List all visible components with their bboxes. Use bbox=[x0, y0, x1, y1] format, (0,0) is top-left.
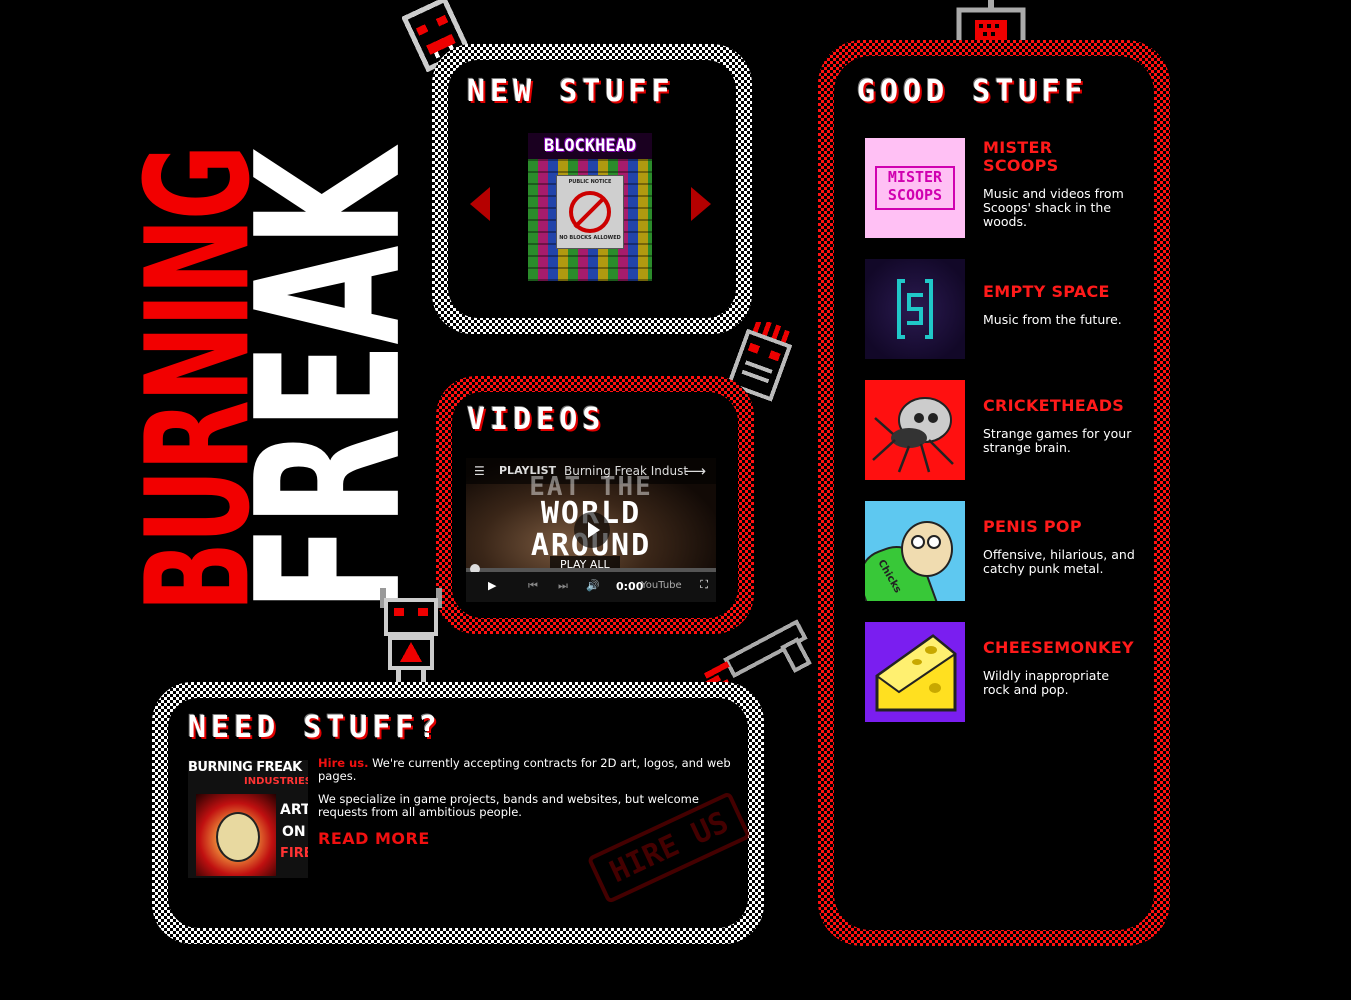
bfi-logo-line1: BURNING FREAK bbox=[188, 760, 302, 775]
notice-footer: NO BLOCKS ALLOWED bbox=[559, 235, 621, 241]
cheesemonkey-title[interactable]: CHEESEMONKEY bbox=[983, 639, 1134, 657]
no-sign-icon bbox=[569, 191, 611, 233]
bfi-logo-side3: FIRE bbox=[280, 846, 308, 861]
penis-pop-desc: Offensive, hilarious, and catchy punk me… bbox=[983, 547, 1135, 576]
mister-scoops-desc: Music and videos from Scoops' shack in t… bbox=[983, 186, 1124, 229]
burning-freak-industries-logo: BURNING FREAK INDUSTRIES ART ON FIRE bbox=[188, 760, 308, 878]
hire-us-link[interactable]: Hire us. bbox=[318, 756, 368, 770]
youtube-logo[interactable]: YouTube bbox=[641, 580, 682, 591]
next-arrow-icon[interactable] bbox=[691, 187, 711, 221]
penis-pop-eye-right bbox=[927, 535, 941, 549]
penis-pop-head bbox=[901, 521, 953, 577]
need-stuff-title: NEED STUFF? bbox=[188, 710, 442, 745]
empty-space-desc: Music from the future. bbox=[983, 312, 1122, 327]
video-player[interactable]: ☰ PLAYLIST Burning Freak Indust ⟶ EAT TH… bbox=[466, 458, 716, 602]
mister-scoops-title[interactable]: MISTER SCOOPS bbox=[983, 139, 1059, 175]
notice-header: PUBLIC NOTICE bbox=[568, 179, 612, 185]
blockhead-feature-image[interactable]: BLOCKHEAD PUBLIC NOTICE NO BLOCKS ALLOWE… bbox=[528, 133, 652, 281]
empty-space-thumbnail[interactable] bbox=[865, 259, 965, 359]
cheesemonkey-thumbnail[interactable] bbox=[865, 622, 965, 722]
mister-scoops-thumbnail[interactable]: MISTER SCOOPS bbox=[865, 138, 965, 238]
mister-scoops-logo-line1: MISTER bbox=[887, 168, 943, 186]
mister-scoops-title-line1[interactable]: MISTER bbox=[983, 139, 1059, 157]
video-time: 0:00 bbox=[616, 580, 644, 593]
bfi-face bbox=[216, 812, 260, 862]
next-track-icon[interactable]: ⏭ bbox=[558, 579, 568, 593]
public-notice: PUBLIC NOTICE NO BLOCKS ALLOWED bbox=[556, 175, 624, 249]
previous-arrow-icon[interactable] bbox=[470, 187, 490, 221]
bfi-logo-side1: ART bbox=[280, 802, 308, 818]
fullscreen-icon[interactable]: ⛶ bbox=[700, 578, 708, 592]
mister-scoops-logo: MISTER SCOOPS bbox=[875, 166, 955, 210]
cheese-icon bbox=[875, 634, 957, 712]
new-stuff-title: NEW STUFF bbox=[467, 74, 675, 109]
penis-pop-thumbnail[interactable]: Chicks bbox=[865, 501, 965, 601]
play-icon[interactable] bbox=[574, 512, 610, 548]
mister-scoops-title-line2[interactable]: SCOOPS bbox=[983, 157, 1059, 175]
video-controls: ▶ ⏮ ⏭ 🔊 0:00 YouTube ⛶ bbox=[466, 572, 716, 602]
cricketheads-title[interactable]: CRICKETHEADS bbox=[983, 397, 1124, 415]
penis-pop-title[interactable]: PENIS POP bbox=[983, 518, 1082, 536]
bfi-logo-line2: INDUSTRIES bbox=[244, 776, 308, 787]
cheesemonkey-desc: Wildly inappropriate rock and pop. bbox=[983, 668, 1110, 697]
good-stuff-title: GOOD STUFF bbox=[857, 74, 1088, 109]
empty-space-title[interactable]: EMPTY SPACE bbox=[983, 283, 1110, 301]
specialize-paragraph: We specialize in game projects, bands an… bbox=[318, 792, 699, 819]
hire-text: We're currently accepting contracts for … bbox=[318, 756, 731, 783]
blockhead-title: BLOCKHEAD bbox=[528, 133, 652, 159]
volume-icon[interactable]: 🔊 bbox=[586, 579, 600, 592]
play-control-icon[interactable]: ▶ bbox=[488, 579, 496, 592]
videos-title: VIDEOS bbox=[467, 402, 606, 437]
cricketheads-desc: Strange games for your strange brain. bbox=[983, 426, 1132, 455]
bfi-logo-side2: ON bbox=[282, 824, 306, 840]
logo-freak: FREAK bbox=[214, 150, 446, 612]
empty-space-logo-icon bbox=[897, 279, 933, 339]
mister-scoops-logo-line2: SCOOPS bbox=[887, 186, 943, 204]
cricketheads-thumbnail[interactable] bbox=[865, 380, 965, 480]
penis-pop-eye-left bbox=[911, 535, 925, 549]
cricket-creature-icon bbox=[872, 397, 954, 473]
robot-creature-icon bbox=[380, 588, 442, 688]
previous-track-icon[interactable]: ⏮ bbox=[528, 579, 538, 593]
read-more-link[interactable]: READ MORE bbox=[318, 829, 430, 848]
hire-paragraph: Hire us. We're currently accepting contr… bbox=[318, 757, 736, 783]
